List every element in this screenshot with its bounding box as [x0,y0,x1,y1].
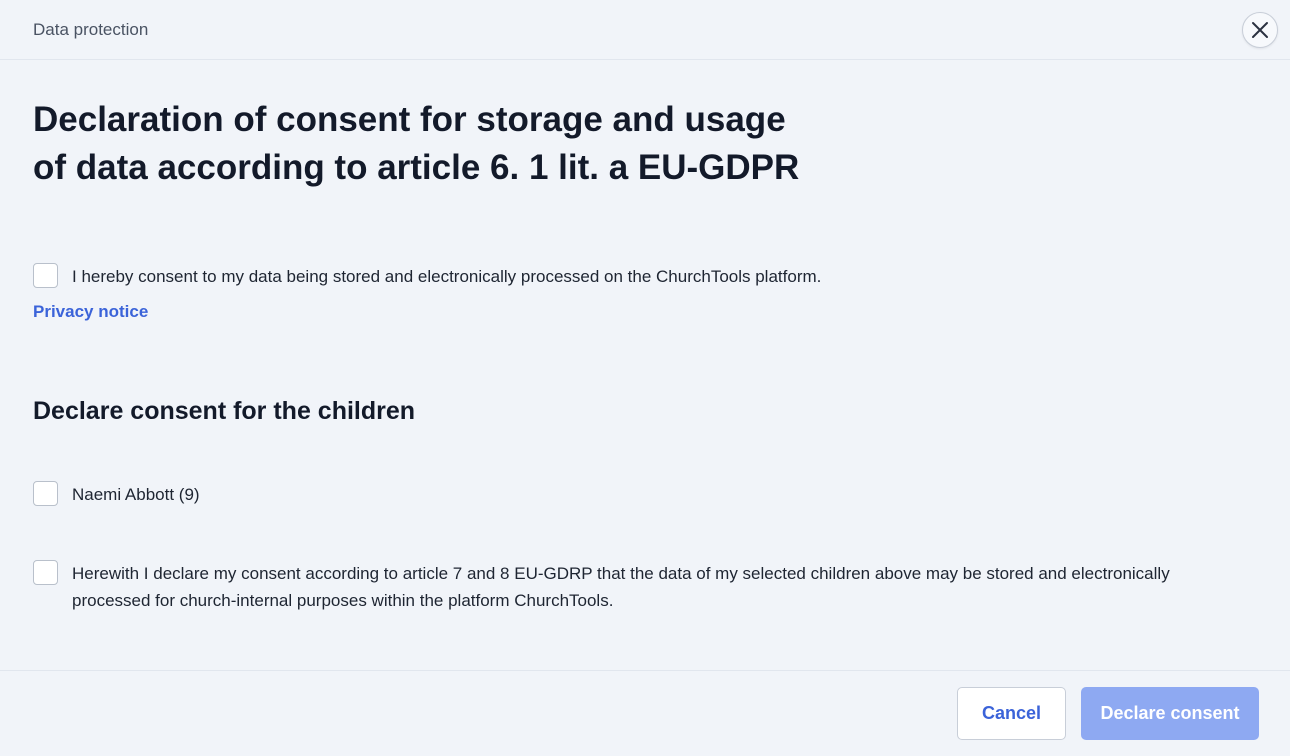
page-title-line-2: of data according to article 6. 1 lit. a… [33,148,800,187]
child-consent-row: Naemi Abbott (9) [33,481,1257,508]
close-button[interactable] [1242,11,1278,48]
dialog-title: Data protection [33,19,149,39]
own-consent-label: I hereby consent to my data being stored… [72,267,822,286]
dialog-content: Declaration of consent for storage and u… [0,96,1290,614]
own-consent-row: I hereby consent to my data being stored… [33,263,1257,290]
data-protection-dialog: Data protection Declaration of consent f… [0,0,1290,756]
page-title: Declaration of consent for storage and u… [33,96,813,192]
declare-consent-button[interactable]: Declare consent [1081,687,1259,740]
child-checkbox-naemi-abbott[interactable] [33,481,58,506]
cancel-button[interactable]: Cancel [957,687,1066,740]
children-consent-row: Herewith I declare my consent according … [33,560,1257,614]
close-icon [1252,21,1268,38]
page-title-line-1: Declaration of consent for storage and u… [33,100,786,139]
dialog-footer: Cancel Declare consent [0,670,1290,756]
children-consent-label: Herewith I declare my consent according … [72,564,1170,610]
children-consent-checkbox[interactable] [33,560,58,585]
privacy-notice-link[interactable]: Privacy notice [33,302,148,322]
children-section-title: Declare consent for the children [33,397,416,425]
child-label: Naemi Abbott (9) [72,485,200,504]
dialog-header: Data protection [0,0,1290,60]
own-consent-checkbox[interactable] [33,263,58,288]
